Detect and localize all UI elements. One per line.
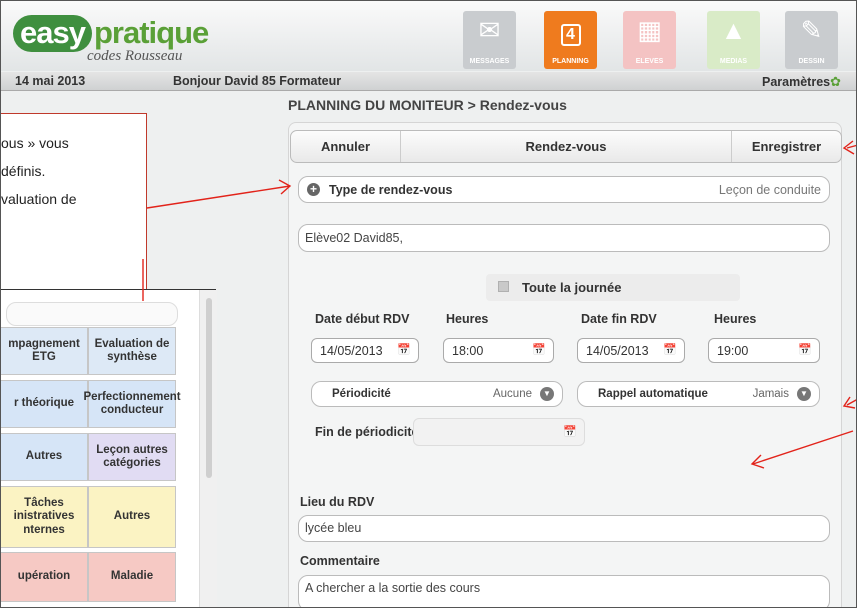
appointment-type-value: Leçon de conduite: [718, 183, 821, 197]
current-date: 14 mai 2013: [15, 74, 86, 88]
category-cell[interactable]: upération: [1, 552, 88, 602]
all-day-checkbox[interactable]: [498, 281, 509, 292]
period-end-input[interactable]: 📅: [413, 418, 585, 446]
end-hour-value: 19:00: [717, 344, 749, 358]
periodicity-label: Périodicité: [332, 388, 391, 400]
category-cell[interactable]: Tâches inistratives nternes: [1, 486, 88, 548]
start-hour-value: 18:00: [452, 344, 484, 358]
image-icon: ▲: [720, 15, 747, 45]
nav-medias-label: MEDIAS: [719, 58, 748, 65]
category-cell[interactable]: Autres: [1, 433, 88, 481]
annotation-arrow: [842, 396, 856, 409]
page-title: PLANNING DU MONITEUR > Rendez-vous: [288, 97, 567, 113]
category-cell[interactable]: mpagnement ETG: [1, 327, 88, 375]
nav-messages[interactable]: ✉ MESSAGES: [463, 11, 516, 69]
all-day-toggle[interactable]: Toute la journée: [486, 274, 740, 301]
easypratique-logo: easy pratique codes Rousseau: [13, 5, 213, 65]
chevron-down-icon: ▼: [540, 387, 554, 401]
category-cell[interactable]: r théorique: [1, 380, 88, 428]
logo-pratique-text: pratique: [93, 15, 209, 50]
reminder-value: Jamais: [752, 388, 789, 400]
reminder-label: Rappel automatique: [598, 388, 708, 400]
app-window: easy pratique codes Rousseau ✉ MESSAGES 4…: [0, 0, 857, 608]
appointment-type-label: Type de rendez-vous: [329, 183, 453, 197]
popup-scrollbar-thumb[interactable]: [206, 298, 212, 478]
category-cell[interactable]: Leçon autres catégories: [88, 433, 176, 481]
nav-medias[interactable]: ▲ MEDIAS: [707, 11, 760, 69]
end-date-label: Date fin RDV: [581, 312, 657, 326]
students-icon: ▦: [637, 15, 662, 45]
callout-line: définis.: [1, 163, 46, 179]
annotation-arrow: [842, 140, 855, 155]
user-greeting: Bonjour David 85 Formateur: [173, 74, 342, 88]
cancel-button[interactable]: Annuler: [291, 131, 401, 162]
end-hour-input[interactable]: 19:00 📅: [708, 338, 820, 363]
nav-dessin-label: DESSIN: [798, 58, 825, 65]
nav-planning[interactable]: 4 PLANNING: [544, 11, 597, 69]
annotation-arrow: [146, 185, 291, 209]
comment-label: Commentaire: [300, 554, 380, 568]
save-button[interactable]: Enregistrer: [731, 131, 841, 162]
all-day-label: Toute la journée: [522, 280, 622, 295]
popup-search-field[interactable]: [6, 302, 178, 326]
logo-easy-text: easy: [13, 15, 92, 52]
toolbar-title: Rendez-vous: [525, 139, 607, 154]
nav-eleves[interactable]: ▦ ELEVES: [623, 11, 676, 69]
periodicity-select[interactable]: Périodicité Aucune ▼: [311, 381, 563, 407]
calendar-icon[interactable]: 📅: [563, 425, 577, 438]
appointment-type-popup: mpagnement ETG Evaluation de synthèse r …: [1, 289, 217, 607]
gear-icon: ✿: [830, 74, 842, 89]
nav-eleves-label: ELEVES: [635, 58, 664, 65]
category-cell[interactable]: Autres: [88, 486, 176, 548]
pencil-icon: ✎: [800, 15, 823, 45]
annotation-arrow: [846, 144, 856, 149]
appointment-type-selector[interactable]: + Type de rendez-vous Leçon de conduite: [298, 176, 830, 203]
reminder-select[interactable]: Rappel automatique Jamais ▼: [577, 381, 820, 407]
nav-planning-label: PLANNING: [552, 58, 589, 65]
info-bar: 14 mai 2013 Bonjour David 85 Formateur P…: [1, 72, 856, 91]
end-hour-label: Heures: [714, 312, 757, 326]
envelope-icon: ✉: [478, 15, 501, 45]
start-date-value: 14/05/2013: [320, 344, 383, 358]
calendar-icon[interactable]: 📅: [532, 343, 546, 356]
start-hour-label: Heures: [446, 312, 489, 326]
calendar-icon[interactable]: 📅: [798, 343, 812, 356]
calendar-badge: 4: [560, 24, 581, 46]
category-cell[interactable]: Evaluation de synthèse: [88, 327, 176, 375]
place-input[interactable]: lycée bleu: [298, 515, 830, 542]
comment-input[interactable]: A chercher a la sortie des cours: [298, 575, 830, 607]
callout-line: ous » vous: [1, 135, 69, 151]
app-header: easy pratique codes Rousseau ✉ MESSAGES 4…: [1, 1, 856, 71]
period-end-label: Fin de périodicité :: [315, 425, 427, 439]
calendar-icon[interactable]: 📅: [397, 343, 411, 356]
category-cell[interactable]: Perfectionnement conducteur: [83, 380, 181, 428]
annotation-arrow: [846, 399, 856, 406]
category-cell[interactable]: Maladie: [88, 552, 176, 602]
settings-label: Paramètres: [762, 75, 831, 89]
start-date-input[interactable]: 14/05/2013 📅: [311, 338, 419, 363]
plus-icon: +: [307, 183, 320, 196]
nav-messages-label: MESSAGES: [469, 58, 510, 65]
end-date-input[interactable]: 14/05/2013 📅: [577, 338, 685, 363]
callout-line: valuation de: [1, 191, 77, 207]
start-date-label: Date début RDV: [315, 312, 410, 326]
student-field[interactable]: Elève02 David85,: [298, 224, 830, 252]
logo-subtitle: codes Rousseau: [87, 48, 183, 64]
calendar-icon[interactable]: 📅: [663, 343, 677, 356]
form-toolbar: Annuler Rendez-vous Enregistrer: [290, 130, 842, 163]
start-hour-input[interactable]: 18:00 📅: [443, 338, 554, 363]
instruction-callout: ous » vous définis. valuation de: [1, 113, 147, 301]
periodicity-value: Aucune: [492, 388, 532, 400]
settings-link[interactable]: Paramètres✿: [762, 74, 841, 90]
chevron-down-icon: ▼: [797, 387, 811, 401]
calendar-icon: 4: [544, 11, 597, 49]
nav-dessin[interactable]: ✎ DESSIN: [785, 11, 838, 69]
place-label: Lieu du RDV: [300, 495, 375, 509]
end-date-value: 14/05/2013: [586, 344, 649, 358]
